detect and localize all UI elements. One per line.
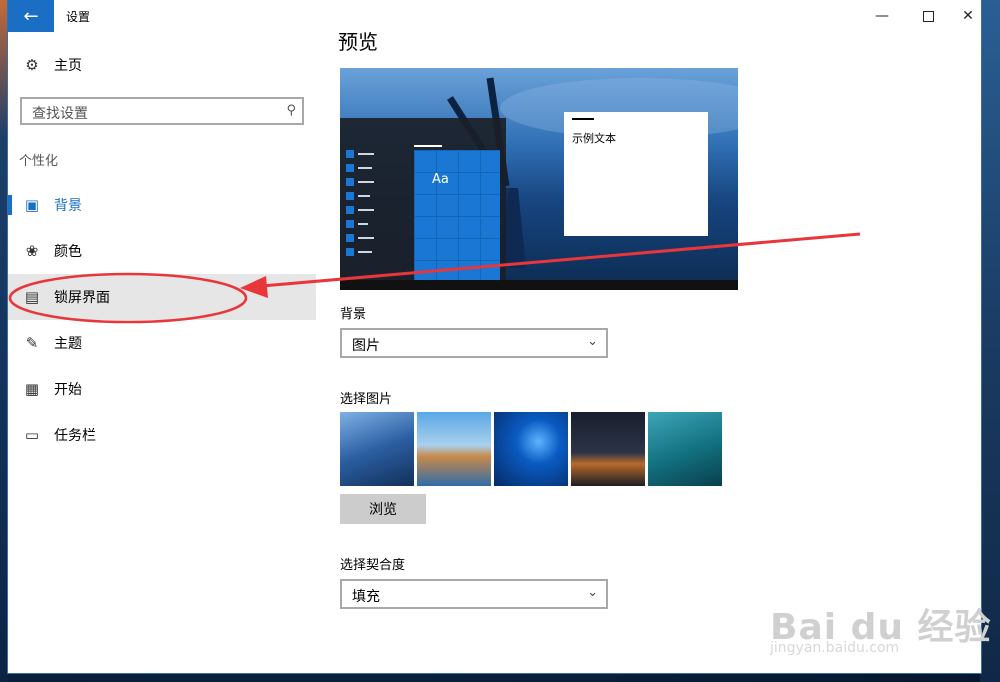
browse-button[interactable]: 浏览 [340, 494, 426, 524]
sidebar-item-themes[interactable]: ✎ 主题 [8, 320, 316, 366]
maximize-icon [922, 10, 934, 22]
sidebar-item-label: 任务栏 [54, 428, 96, 444]
preview-strip [346, 248, 354, 256]
close-button[interactable]: ✕ [945, 0, 991, 32]
preview-sample-text: 示例文本 [572, 132, 616, 145]
main-content: 预览 Aa 示例文本 背景 图片 ⌄ 选择图片 浏览 选择契合度 填充 ⌄ [338, 30, 958, 673]
sidebar-item-label: 颜色 [54, 244, 82, 260]
preview-line [572, 118, 594, 120]
thumbnail-underwater[interactable] [648, 412, 722, 486]
settings-window: ← 设置 — ✕ ⚙ 主页 查找设置 ⚲ 个性化 ▣ 背景 ❀ 颜色 ▤ 锁屏界… [8, 0, 981, 673]
desktop-right-edge [980, 0, 1000, 682]
sidebar-item-label: 开始 [54, 382, 82, 398]
background-dropdown[interactable]: 图片 ⌄ [340, 328, 608, 358]
sidebar: ⚙ 主页 查找设置 ⚲ 个性化 ▣ 背景 ❀ 颜色 ▤ 锁屏界面 ✎ 主题 ▦ … [8, 32, 316, 673]
page-title: 预览 [338, 30, 378, 54]
preview-strip [346, 206, 354, 214]
browse-label: 浏览 [369, 502, 397, 518]
taskbar-icon: ▭ [24, 426, 40, 444]
preview-tile-text: Aa [432, 172, 449, 187]
title-bar: ← 设置 — ✕ [8, 0, 981, 32]
arrow-left-icon: ← [23, 5, 39, 27]
thumbnail-windmill[interactable] [340, 412, 414, 486]
chevron-down-icon: ⌄ [587, 585, 598, 600]
thumbnail-night-sky[interactable] [571, 412, 645, 486]
preview-strip [346, 234, 354, 242]
minimize-icon: — [875, 8, 889, 24]
start-grid-icon: ▦ [24, 380, 40, 398]
search-input[interactable]: 查找设置 ⚲ [20, 97, 304, 125]
sidebar-item-label: 主题 [54, 336, 82, 352]
background-label: 背景 [340, 307, 367, 322]
dropdown-value: 填充 [352, 589, 380, 605]
desktop-left-edge [0, 0, 8, 682]
lock-screen-icon: ▤ [24, 288, 40, 306]
picture-thumbnails [340, 412, 730, 486]
chevron-down-icon: ⌄ [587, 334, 598, 349]
preview-line [358, 223, 368, 225]
window-title: 设置 [66, 10, 91, 24]
preview-taskbar [340, 280, 738, 290]
sidebar-item-label: 锁屏界面 [54, 290, 110, 306]
thumbnail-beach[interactable] [417, 412, 491, 486]
dropdown-value: 图片 [352, 338, 380, 354]
preview-line [358, 167, 372, 169]
watermark-url: jingyan.baidu.com [770, 640, 900, 656]
palette-icon: ❀ [25, 242, 39, 260]
section-title: 个性化 [19, 154, 59, 169]
preview-strip [346, 150, 354, 158]
thumbnail-windows[interactable] [494, 412, 568, 486]
sidebar-item-start[interactable]: ▦ 开始 [8, 366, 316, 412]
preview-image: Aa 示例文本 [340, 68, 738, 290]
preview-sample-window: 示例文本 [564, 112, 708, 236]
search-placeholder: 查找设置 [32, 106, 88, 122]
close-icon: ✕ [962, 8, 974, 24]
sidebar-item-taskbar[interactable]: ▭ 任务栏 [8, 412, 316, 458]
preview-strip [346, 178, 354, 186]
sidebar-item-home[interactable]: ⚙ 主页 [8, 42, 316, 88]
preview-strip [346, 220, 354, 228]
theme-brush-icon: ✎ [25, 334, 39, 352]
sidebar-item-label: 背景 [54, 198, 82, 214]
preview-strip [346, 192, 354, 200]
preview-line [358, 251, 372, 253]
preview-line [358, 209, 374, 211]
fit-label: 选择契合度 [340, 558, 406, 573]
back-button[interactable]: ← [8, 0, 54, 32]
preview-line [358, 181, 374, 183]
sidebar-item-background[interactable]: ▣ 背景 [8, 182, 316, 228]
picture-icon: ▣ [24, 196, 40, 214]
search-icon: ⚲ [286, 103, 296, 118]
sidebar-item-colors[interactable]: ❀ 颜色 [8, 228, 316, 274]
fit-dropdown[interactable]: 填充 ⌄ [340, 579, 608, 609]
choose-picture-label: 选择图片 [340, 392, 393, 407]
preview-tile-grid [414, 150, 500, 280]
gear-icon: ⚙ [25, 56, 39, 74]
sidebar-item-label: 主页 [54, 58, 82, 74]
preview-line [358, 153, 374, 155]
preview-strip [346, 164, 354, 172]
minimize-button[interactable]: — [859, 0, 905, 32]
sidebar-item-lock-screen[interactable]: ▤ 锁屏界面 [8, 274, 316, 320]
preview-line [358, 195, 370, 197]
preview-line [414, 145, 442, 147]
preview-line [358, 237, 374, 239]
